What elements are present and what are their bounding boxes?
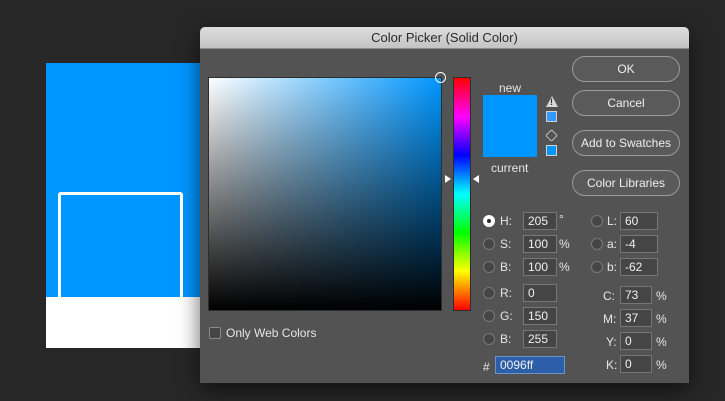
current-color-swatch[interactable] bbox=[483, 126, 537, 157]
label-l: L: bbox=[607, 214, 618, 228]
hue-slider[interactable] bbox=[453, 77, 471, 311]
color-field[interactable] bbox=[208, 72, 446, 311]
new-color-swatch bbox=[483, 95, 537, 126]
radio-g[interactable] bbox=[483, 310, 495, 322]
cube-icon[interactable] bbox=[545, 129, 558, 142]
radio-b-hsb[interactable] bbox=[483, 261, 495, 273]
input-h[interactable]: 205 bbox=[523, 212, 557, 230]
color-picker-dialog: Color Picker (Solid Color) new current O… bbox=[200, 27, 689, 383]
unit-s: % bbox=[559, 237, 570, 251]
radio-l[interactable] bbox=[591, 215, 603, 227]
color-libraries-button[interactable]: Color Libraries bbox=[572, 170, 680, 196]
radio-h[interactable] bbox=[483, 215, 495, 227]
hex-input[interactable]: 0096ff bbox=[495, 356, 565, 374]
label-r: R: bbox=[500, 286, 512, 300]
only-web-colors-checkbox[interactable] bbox=[209, 327, 221, 339]
label-m: M: bbox=[603, 312, 617, 326]
input-b-rgb[interactable]: 255 bbox=[523, 330, 557, 348]
hue-slider-right-arrow-icon[interactable] bbox=[473, 175, 479, 183]
label-b-rgb: B: bbox=[500, 332, 512, 346]
shape-outline bbox=[58, 192, 183, 304]
input-g[interactable]: 150 bbox=[523, 307, 557, 325]
radio-a[interactable] bbox=[591, 238, 603, 250]
dialog-title: Color Picker (Solid Color) bbox=[200, 27, 689, 49]
label-s: S: bbox=[500, 237, 512, 251]
hue-slider-left-arrow-icon[interactable] bbox=[445, 175, 451, 183]
label-k: K: bbox=[606, 358, 618, 372]
unit-b-hsb: % bbox=[559, 260, 570, 274]
radio-b-lab[interactable] bbox=[591, 261, 603, 273]
label-a: a: bbox=[607, 237, 618, 251]
current-label: current bbox=[491, 161, 529, 175]
label-y: Y: bbox=[606, 335, 617, 349]
gamut-swatch[interactable] bbox=[546, 111, 557, 122]
label-b-lab: b: bbox=[607, 260, 618, 274]
unit-m: % bbox=[656, 312, 667, 326]
input-b-hsb[interactable]: 100 bbox=[523, 258, 557, 276]
unit-c: % bbox=[656, 289, 667, 303]
new-label: new bbox=[499, 81, 522, 95]
only-web-colors-label[interactable]: Only Web Colors bbox=[226, 326, 316, 340]
white-band bbox=[46, 297, 214, 348]
ok-button[interactable]: OK bbox=[572, 56, 680, 82]
input-l[interactable]: 60 bbox=[620, 212, 658, 230]
unit-y: % bbox=[656, 335, 667, 349]
label-h: H: bbox=[500, 214, 512, 228]
input-b-lab[interactable]: -62 bbox=[620, 258, 658, 276]
input-y[interactable]: 0 bbox=[620, 332, 652, 350]
radio-b-rgb[interactable] bbox=[483, 333, 495, 345]
websafe-swatch[interactable] bbox=[546, 145, 557, 156]
radio-r[interactable] bbox=[483, 287, 495, 299]
label-c: C: bbox=[603, 289, 615, 303]
input-k[interactable]: 0 bbox=[620, 355, 652, 373]
input-r[interactable]: 0 bbox=[523, 284, 557, 302]
document-canvas bbox=[46, 63, 214, 348]
hex-label: # bbox=[483, 360, 490, 374]
add-to-swatches-button[interactable]: Add to Swatches bbox=[572, 130, 680, 156]
warning-triangle-icon[interactable] bbox=[546, 96, 558, 107]
input-a[interactable]: -4 bbox=[620, 235, 658, 253]
unit-k: % bbox=[656, 358, 667, 372]
input-c[interactable]: 73 bbox=[620, 286, 652, 304]
cancel-button[interactable]: Cancel bbox=[572, 90, 680, 116]
input-s[interactable]: 100 bbox=[523, 235, 557, 253]
input-m[interactable]: 37 bbox=[620, 309, 652, 327]
unit-h: ° bbox=[559, 212, 564, 226]
color-field-marker[interactable] bbox=[435, 72, 446, 83]
radio-s[interactable] bbox=[483, 238, 495, 250]
label-b-hsb: B: bbox=[500, 260, 512, 274]
label-g: G: bbox=[500, 309, 513, 323]
